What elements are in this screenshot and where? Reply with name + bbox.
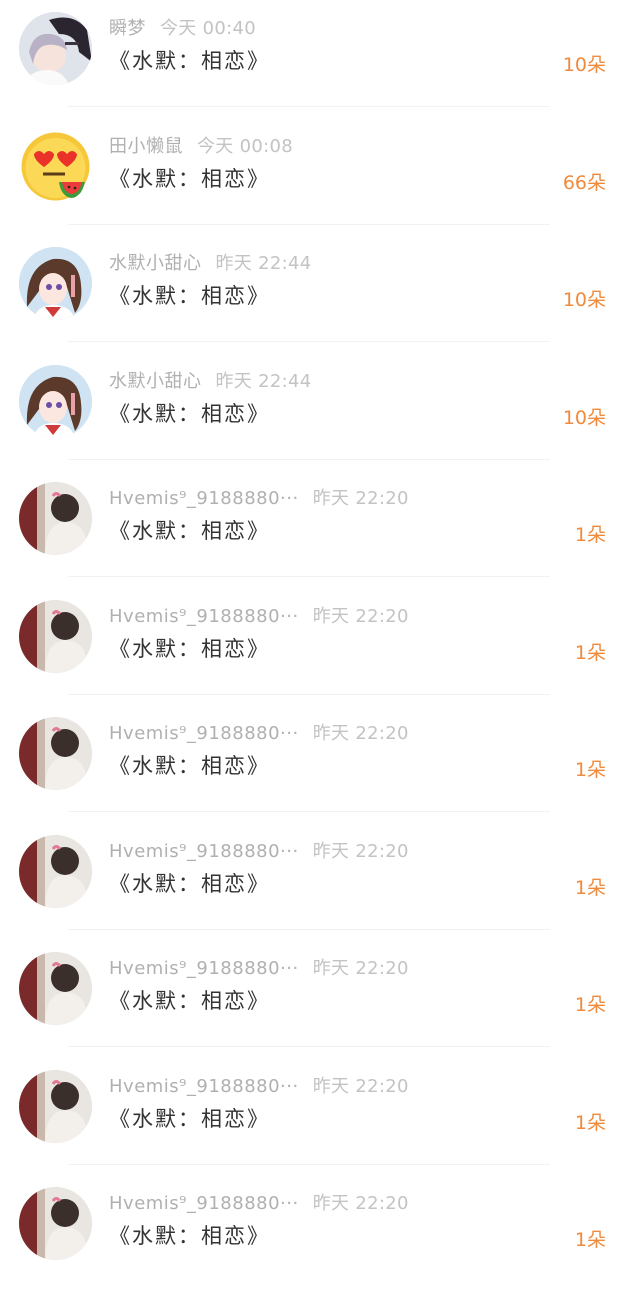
gift-count: 1朵: [574, 876, 606, 899]
gift-count: 66朵: [562, 171, 606, 194]
gift-title: 《水默：相恋》: [109, 1224, 270, 1248]
gift-count: 10朵: [562, 406, 606, 429]
message-meta: Hvemis⁹_9188880··· 昨天 22:20: [109, 1191, 409, 1217]
divider: [68, 576, 550, 577]
message-meta: 水默小甜心 昨天 22:44: [109, 251, 312, 277]
message-meta: Hvemis⁹_9188880··· 昨天 22:20: [109, 839, 409, 865]
photo-girl-icon: [19, 834, 92, 908]
anime-dark-hair-icon: [19, 12, 92, 85]
message-meta: 田小懒鼠 今天 00:08: [109, 134, 293, 160]
gift-title: 《水默：相恋》: [109, 49, 270, 73]
photo-girl-icon: [19, 482, 92, 555]
message-meta: Hvemis⁹_9188880··· 昨天 22:20: [109, 1074, 409, 1100]
timestamp: 昨天 22:20: [312, 840, 409, 862]
avatar[interactable]: [19, 834, 92, 908]
sender-name[interactable]: Hvemis⁹_9188880···: [109, 958, 299, 979]
avatar[interactable]: [19, 599, 92, 673]
message-meta: Hvemis⁹_9188880··· 昨天 22:20: [109, 721, 409, 747]
gift-count: 1朵: [574, 524, 606, 546]
gift-count: 10朵: [562, 54, 606, 76]
divider: [68, 458, 550, 460]
gift-title: 《水默：相恋》: [109, 636, 270, 661]
message-meta: Hvemis⁹_9188880··· 昨天 22:20: [109, 486, 409, 512]
list-item[interactable]: Hvemis⁹_9188880··· 昨天 22:20 《水默：相恋》 1朵: [0, 470, 619, 588]
photo-girl-icon: [19, 1069, 92, 1143]
timestamp: 昨天 22:20: [312, 1075, 409, 1097]
timestamp: 昨天 22:20: [312, 488, 409, 509]
sender-name[interactable]: 田小懒鼠: [109, 136, 183, 157]
gift-title: 《水默：相恋》: [109, 754, 270, 778]
avatar[interactable]: [19, 1069, 92, 1143]
gift-title: 《水默：相恋》: [109, 284, 270, 308]
heart-eyes-emoji-icon: [19, 129, 92, 203]
gift-title: 《水默：相恋》: [109, 989, 270, 1013]
list-item[interactable]: Hvemis⁹_9188880··· 昨天 22:20 《水默：相恋》 1朵: [0, 823, 619, 941]
list-item[interactable]: Hvemis⁹_9188880··· 昨天 22:20 《水默：相恋》 1朵: [0, 1175, 619, 1293]
divider: [68, 928, 550, 930]
timestamp: 昨天 22:44: [215, 370, 312, 392]
list-item[interactable]: Hvemis⁹_9188880··· 昨天 22:20 《水默：相恋》 1朵: [0, 705, 619, 823]
message-meta: 瞬梦 今天 00:40: [109, 16, 256, 42]
sender-name[interactable]: 瞬梦: [109, 18, 146, 39]
message-meta: Hvemis⁹_9188880··· 昨天 22:20: [109, 956, 409, 982]
gift-title: 《水默：相恋》: [109, 401, 270, 426]
sender-name[interactable]: 水默小甜心: [109, 371, 202, 392]
gift-count: 1朵: [574, 759, 606, 781]
sender-name[interactable]: 水默小甜心: [109, 253, 202, 274]
avatar[interactable]: [19, 247, 92, 320]
timestamp: 今天 00:08: [197, 135, 293, 157]
message-meta: 水默小甜心 昨天 22:44: [109, 369, 312, 395]
gift-count: 10朵: [562, 289, 606, 311]
anime-girl-icon: [19, 247, 92, 320]
gift-title: 《水默：相恋》: [109, 871, 270, 896]
gift-count: 1朵: [574, 1111, 606, 1134]
timestamp: 昨天 22:20: [312, 723, 409, 744]
avatar[interactable]: [19, 482, 92, 555]
avatar[interactable]: [19, 12, 92, 85]
sender-name[interactable]: Hvemis⁹_9188880···: [109, 723, 299, 744]
gift-count: 1朵: [574, 994, 606, 1016]
divider: [68, 1046, 550, 1047]
divider: [68, 106, 550, 107]
photo-girl-icon: [19, 952, 92, 1025]
divider: [68, 223, 550, 225]
list-item[interactable]: Hvemis⁹_9188880··· 昨天 22:20 《水默：相恋》 1朵: [0, 1058, 619, 1176]
avatar[interactable]: [19, 717, 92, 790]
avatar[interactable]: [19, 129, 92, 203]
timestamp: 今天 00:40: [160, 18, 256, 39]
list-item[interactable]: Hvemis⁹_9188880··· 昨天 22:20 《水默：相恋》 1朵: [0, 940, 619, 1058]
divider: [68, 1163, 550, 1165]
sender-name[interactable]: Hvemis⁹_9188880···: [109, 606, 299, 627]
gift-title: 《水默：相恋》: [109, 519, 270, 543]
sender-name[interactable]: Hvemis⁹_9188880···: [109, 1076, 299, 1097]
gift-count: 1朵: [574, 641, 606, 664]
gift-message-list: 瞬梦 今天 00:40 《水默：相恋》 10朵 田小懒鼠 今天 00:08 《水默：…: [0, 0, 619, 1280]
photo-girl-icon: [19, 717, 92, 790]
list-item[interactable]: 田小懒鼠 今天 00:08 《水默：相恋》 66朵: [0, 118, 619, 236]
list-item[interactable]: 水默小甜心 昨天 22:44 《水默：相恋》 10朵: [0, 353, 619, 471]
sender-name[interactable]: Hvemis⁹_9188880···: [109, 488, 299, 509]
avatar[interactable]: [19, 364, 92, 438]
list-item[interactable]: Hvemis⁹_9188880··· 昨天 22:20 《水默：相恋》 1朵: [0, 588, 619, 706]
timestamp: 昨天 22:44: [215, 253, 312, 274]
avatar[interactable]: [19, 1187, 92, 1260]
divider: [68, 341, 550, 342]
timestamp: 昨天 22:20: [312, 1193, 409, 1214]
message-meta: Hvemis⁹_9188880··· 昨天 22:20: [109, 604, 409, 630]
sender-name[interactable]: Hvemis⁹_9188880···: [109, 1193, 299, 1214]
photo-girl-icon: [19, 599, 92, 673]
timestamp: 昨天 22:20: [312, 958, 409, 979]
list-item[interactable]: 水默小甜心 昨天 22:44 《水默：相恋》 10朵: [0, 235, 619, 353]
gift-count: 1朵: [574, 1229, 606, 1251]
anime-girl-icon: [19, 364, 92, 438]
list-item[interactable]: 瞬梦 今天 00:40 《水默：相恋》 10朵: [0, 0, 619, 118]
sender-name[interactable]: Hvemis⁹_9188880···: [109, 841, 299, 862]
gift-title: 《水默：相恋》: [109, 166, 270, 191]
gift-title: 《水默：相恋》: [109, 1106, 270, 1131]
photo-girl-icon: [19, 1187, 92, 1260]
divider: [68, 811, 550, 812]
divider: [68, 693, 550, 695]
avatar[interactable]: [19, 952, 92, 1025]
timestamp: 昨天 22:20: [312, 605, 409, 627]
